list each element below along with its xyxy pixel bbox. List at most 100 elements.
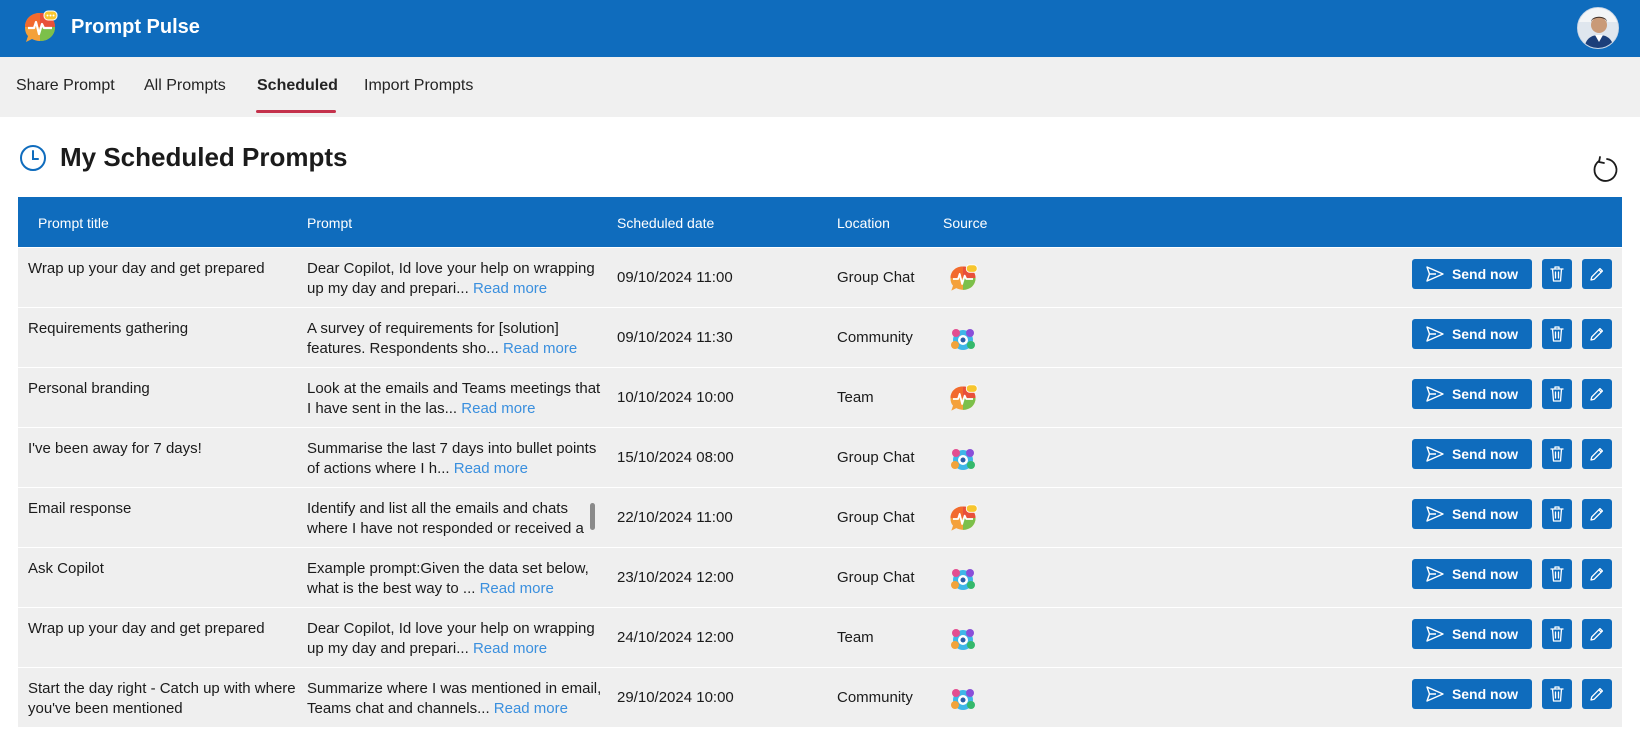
header-source: Source	[943, 215, 988, 231]
delete-button[interactable]	[1542, 379, 1572, 409]
pulse-icon	[950, 264, 978, 291]
prompt-text: Identify and list all the emails and cha…	[307, 500, 584, 537]
table-row: Start the day right - Catch up with wher…	[18, 667, 1622, 727]
location-cell: Team	[837, 629, 874, 646]
delete-button[interactable]	[1542, 499, 1572, 529]
delete-button[interactable]	[1542, 679, 1572, 709]
pencil-icon	[1590, 627, 1604, 641]
location-cell: Community	[837, 689, 913, 706]
send-now-button[interactable]: Send now	[1412, 319, 1532, 349]
send-now-label: Send now	[1451, 326, 1519, 342]
send-now-label: Send now	[1451, 266, 1519, 282]
trash-icon	[1550, 506, 1564, 522]
trash-icon	[1550, 266, 1564, 282]
edit-button[interactable]	[1582, 619, 1612, 649]
send-now-button[interactable]: Send now	[1412, 439, 1532, 469]
location-cell: Group Chat	[837, 269, 915, 286]
edit-button[interactable]	[1582, 559, 1612, 589]
cell-scrollbar[interactable]	[590, 503, 595, 530]
trash-icon	[1550, 686, 1564, 702]
send-icon	[1426, 626, 1444, 642]
edit-button[interactable]	[1582, 379, 1612, 409]
source-icon	[948, 324, 978, 354]
pencil-icon	[1590, 387, 1604, 401]
header-scheduled-date: Scheduled date	[617, 215, 715, 231]
send-now-button[interactable]: Send now	[1412, 499, 1532, 529]
pencil-icon	[1590, 267, 1604, 281]
pencil-icon	[1590, 687, 1604, 701]
table-row: Requirements gathering A survey of requi…	[18, 307, 1622, 367]
source-icon	[948, 444, 978, 474]
read-more-link[interactable]: Read more	[494, 700, 568, 717]
community-icon	[951, 569, 975, 590]
table-row: Ask Copilot Example prompt:Given the dat…	[18, 547, 1622, 607]
delete-button[interactable]	[1542, 619, 1572, 649]
prompt-title-cell: Wrap up your day and get prepared	[28, 620, 265, 637]
send-now-button[interactable]: Send now	[1412, 379, 1532, 409]
scheduled-date-cell: 09/10/2024 11:00	[617, 269, 733, 286]
active-tab-indicator	[256, 110, 336, 113]
delete-button[interactable]	[1542, 439, 1572, 469]
prompt-text: Look at the emails and Teams meetings th…	[307, 380, 601, 417]
read-more-link[interactable]: Read more	[473, 280, 547, 297]
tab-import-prompts[interactable]: Import Prompts	[364, 77, 473, 117]
tab-all-prompts[interactable]: All Prompts	[144, 77, 226, 117]
pencil-icon	[1590, 567, 1604, 581]
read-more-link[interactable]: Read more	[473, 640, 547, 657]
header-prompt: Prompt	[307, 215, 353, 231]
pencil-icon	[1590, 507, 1604, 521]
table-body: Wrap up your day and get prepared Dear C…	[18, 247, 1622, 727]
edit-button[interactable]	[1582, 439, 1612, 469]
delete-button[interactable]	[1542, 319, 1572, 349]
send-now-label: Send now	[1451, 386, 1519, 402]
scheduled-date-cell: 15/10/2024 08:00	[617, 449, 734, 466]
tab-share-prompt[interactable]: Share Prompt	[16, 77, 115, 117]
send-now-label: Send now	[1451, 566, 1519, 582]
send-now-button[interactable]: Send now	[1412, 259, 1532, 289]
page-title: My Scheduled Prompts	[60, 142, 348, 172]
trash-icon	[1550, 566, 1564, 582]
read-more-link[interactable]: Read more	[454, 460, 528, 477]
trash-icon	[1550, 386, 1564, 402]
send-now-button[interactable]: Send now	[1412, 559, 1532, 589]
prompt-text-cell: Dear Copilot, Id love your help on wrapp…	[307, 619, 602, 659]
source-icon	[948, 384, 978, 414]
send-now-button[interactable]: Send now	[1412, 619, 1532, 649]
prompt-title-cell: Email response	[28, 500, 132, 517]
community-icon	[951, 329, 975, 350]
prompt-text: Summarise the last 7 days into bullet po…	[307, 440, 597, 477]
read-more-link[interactable]: Read more	[461, 400, 535, 417]
pencil-icon	[1590, 327, 1604, 341]
prompt-title-cell: I've been away for 7 days!	[28, 440, 202, 457]
prompt-text: Dear Copilot, Id love your help on wrapp…	[307, 620, 595, 657]
location-cell: Group Chat	[837, 449, 915, 466]
community-icon	[951, 629, 975, 650]
edit-button[interactable]	[1582, 679, 1612, 709]
send-now-label: Send now	[1451, 626, 1519, 642]
clock-icon	[20, 145, 46, 171]
app-title: Prompt Pulse	[71, 16, 200, 38]
prompt-text-cell: Example prompt:Given the data set below,…	[307, 559, 602, 599]
edit-button[interactable]	[1582, 499, 1612, 529]
edit-button[interactable]	[1582, 319, 1612, 349]
scheduled-date-cell: 09/10/2024 11:30	[617, 329, 733, 346]
prompt-title-cell: Wrap up your day and get prepared	[28, 260, 265, 277]
user-avatar[interactable]	[1577, 7, 1619, 49]
delete-button[interactable]	[1542, 559, 1572, 589]
edit-button[interactable]	[1582, 259, 1612, 289]
community-icon	[951, 689, 975, 710]
table-header: Prompt title Prompt Scheduled date Locat…	[18, 197, 1622, 247]
send-icon	[1426, 386, 1444, 402]
read-more-link[interactable]: Read more	[503, 340, 577, 357]
scheduled-date-cell: 10/10/2024 10:00	[617, 389, 734, 406]
send-now-button[interactable]: Send now	[1412, 679, 1532, 709]
send-icon	[1426, 326, 1444, 342]
source-icon	[948, 564, 978, 594]
refresh-icon[interactable]	[1590, 155, 1620, 185]
trash-icon	[1550, 326, 1564, 342]
prompt-title-cell: Ask Copilot	[28, 560, 104, 577]
scheduled-date-cell: 22/10/2024 11:00	[617, 509, 733, 526]
delete-button[interactable]	[1542, 259, 1572, 289]
read-more-link[interactable]: Read more	[480, 580, 554, 597]
source-icon	[948, 684, 978, 714]
